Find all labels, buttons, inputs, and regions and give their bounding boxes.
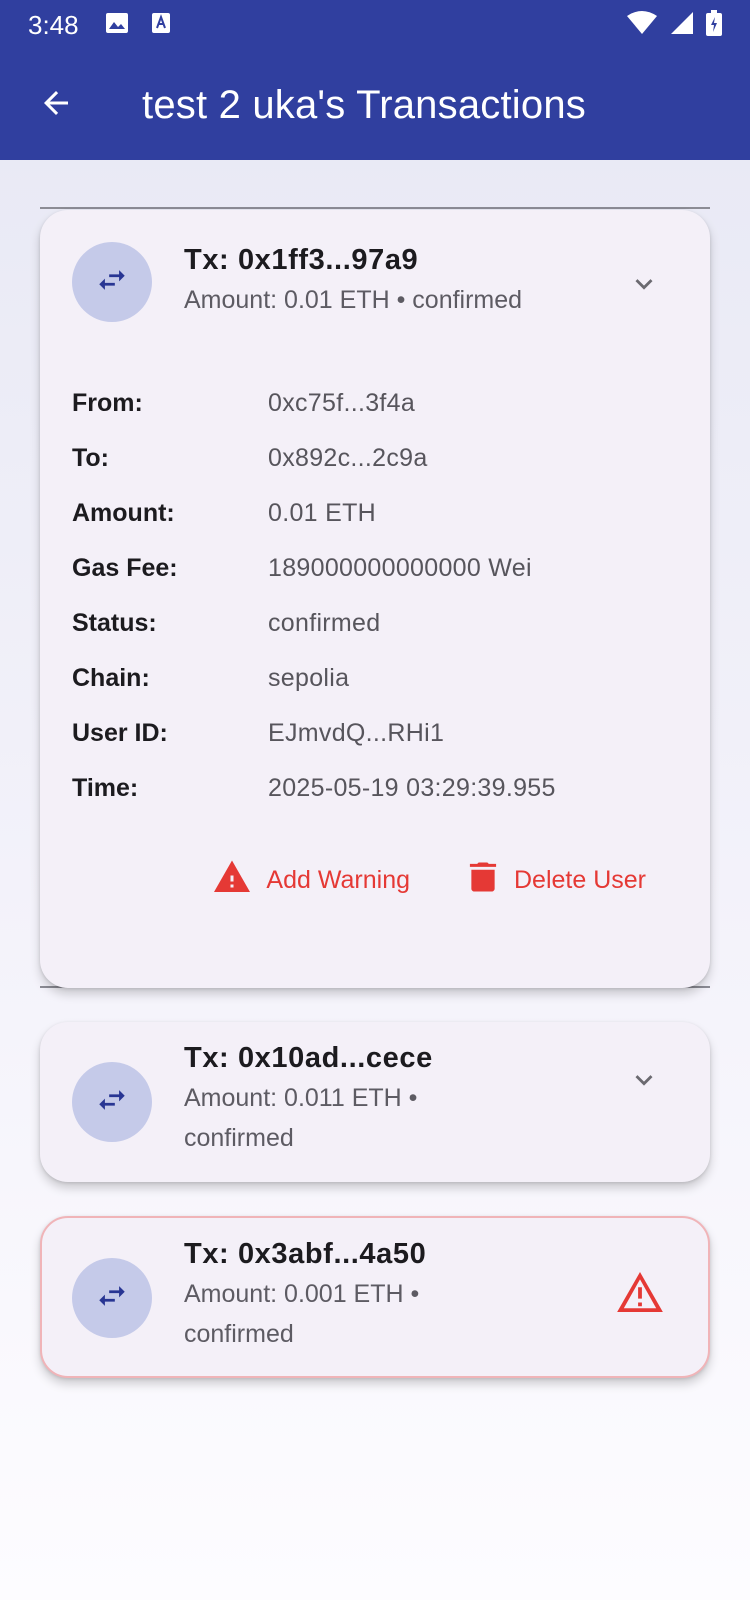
delete-user-label: Delete User [514,866,646,894]
detail-value: 2025-05-19 03:29:39.955 [268,774,556,802]
detail-row-amount: Amount: 0.01 ETH [72,486,710,541]
status-bar: 3:48 [0,0,750,50]
transaction-subtitle: Amount: 0.001 ETH • confirmed [184,1280,420,1348]
transaction-title: Tx: 0x10ad...cece [184,1042,433,1074]
detail-row-from: From: 0xc75f...3f4a [72,376,710,431]
detail-value: EJmvdQ...RHi1 [268,719,445,747]
detail-label: Time: [72,774,139,802]
transaction-avatar [72,1258,152,1338]
detail-value: 0.01 ETH [268,499,377,527]
detail-value: 0xc75f...3f4a [268,389,416,417]
back-button[interactable] [26,75,86,135]
expand-button[interactable] [624,1062,664,1102]
detail-label: User ID: [72,719,168,747]
transaction-subtitle: Amount: 0.01 ETH • confirmed [184,286,523,314]
transaction-header[interactable]: Tx: 0x1ff3...97a9 Amount: 0.01 ETH • con… [40,210,710,322]
detail-row-gas-fee: Gas Fee: 189000000000000 Wei [72,541,710,596]
warning-outline-icon [617,1271,663,1317]
detail-label: Chain: [72,664,150,692]
transaction-card-warning[interactable]: Tx: 0x3abf...4a50 Amount: 0.001 ETH • co… [40,1216,710,1378]
detail-row-to: To: 0x892c...2c9a [72,431,710,486]
trash-icon [468,861,498,900]
detail-value: 189000000000000 Wei [268,554,532,582]
app-bar: test 2 uka's Transactions [0,50,750,160]
transaction-title: Tx: 0x1ff3...97a9 [184,244,419,276]
transaction-card[interactable]: Tx: 0x1ff3...97a9 Amount: 0.01 ETH • con… [40,210,710,988]
transaction-subtitle: Amount: 0.011 ETH • confirmed [184,1084,418,1152]
arrow-back-icon [38,85,74,126]
transaction-avatar [72,242,152,322]
warning-icon [214,860,251,901]
detail-value: confirmed [268,609,381,637]
swap-horiz-icon [95,263,129,302]
detail-row-status: Status: confirmed [72,596,710,651]
warning-indicator[interactable] [616,1270,664,1318]
delete-user-button[interactable]: Delete User [468,860,646,901]
detail-value: sepolia [268,664,350,692]
detail-row-user-id: User ID: EJmvdQ...RHi1 [72,706,710,761]
detail-label: Status: [72,609,157,637]
transaction-details: From: 0xc75f...3f4a To: 0x892c...2c9a Am… [40,322,710,816]
transaction-avatar [72,1062,152,1142]
detail-value: 0x892c...2c9a [268,444,428,472]
detail-label: From: [72,389,143,417]
transaction-actions: Add Warning Delete User [40,816,710,901]
detail-row-time: Time: 2025-05-19 03:29:39.955 [72,761,710,816]
swap-horiz-icon [95,1279,129,1318]
chevron-down-icon [627,1063,661,1102]
status-time: 3:48 [28,9,79,40]
detail-label: Amount: [72,499,175,527]
detail-label: Gas Fee: [72,554,178,582]
transaction-header[interactable]: Tx: 0x10ad...cece Amount: 0.011 ETH • co… [40,1022,710,1158]
transaction-header[interactable]: Tx: 0x3abf...4a50 Amount: 0.001 ETH • co… [42,1218,708,1354]
font-icon [151,12,171,39]
add-warning-button[interactable]: Add Warning [214,860,410,901]
wifi-icon [626,10,658,40]
collapse-button[interactable] [624,266,664,306]
swap-horiz-icon [95,1083,129,1122]
chevron-up-icon [627,267,661,306]
image-icon [105,12,129,39]
page-title: test 2 uka's Transactions [142,82,586,127]
detail-label: To: [72,444,110,472]
battery-icon [706,9,722,41]
divider [40,207,710,209]
add-warning-label: Add Warning [266,866,410,894]
detail-row-chain: Chain: sepolia [72,651,710,706]
signal-icon [670,11,694,40]
transaction-card[interactable]: Tx: 0x10ad...cece Amount: 0.011 ETH • co… [40,1022,710,1182]
transaction-title: Tx: 0x3abf...4a50 [184,1238,427,1270]
